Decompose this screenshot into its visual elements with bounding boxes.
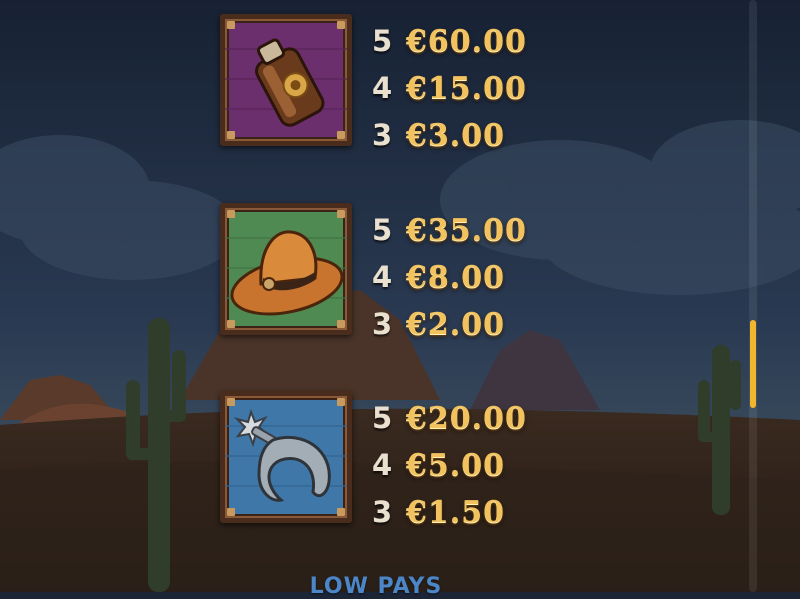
payout-amount: €2.00: [406, 307, 505, 342]
payout-amount: €5.00: [406, 448, 505, 483]
symbol-count: 3: [372, 118, 393, 152]
pay-line: 3 €1.50: [372, 489, 527, 536]
pay-line: 4 €5.00: [372, 442, 527, 489]
low-pays-heading: LOW PAYS: [309, 574, 443, 599]
spur-symbol-tile: [220, 391, 352, 523]
pay-line: 5 €60.00: [372, 18, 527, 65]
symbol-count: 4: [372, 71, 393, 105]
symbol-count: 4: [372, 260, 393, 294]
scrollbar-thumb[interactable]: [750, 320, 756, 408]
cowboy-hat-icon: [225, 230, 347, 316]
payout-amount: €15.00: [406, 71, 527, 106]
pay-line: 3 €3.00: [372, 112, 527, 159]
paytable-row-cowboy-hat: 5 €35.00 4 €8.00 3 €2.00: [220, 203, 720, 342]
paytable-row-spur: 5 €20.00 4 €5.00 3 €1.50: [220, 391, 720, 530]
payout-amount: €35.00: [406, 213, 527, 248]
symbol-count: 3: [372, 495, 393, 529]
spur-icon: [225, 408, 347, 502]
spur-pay-list: 5 €20.00 4 €5.00 3 €1.50: [372, 395, 527, 536]
pay-line: 4 €8.00: [372, 254, 527, 301]
flask-symbol-tile: [220, 14, 352, 146]
symbol-count: 3: [372, 307, 393, 341]
symbol-count: 5: [372, 24, 393, 58]
symbol-count: 5: [372, 401, 393, 435]
pay-line: 4 €15.00: [372, 65, 527, 112]
cowboy-hat-pay-list: 5 €35.00 4 €8.00 3 €2.00: [372, 207, 527, 348]
pay-line: 3 €2.00: [372, 301, 527, 348]
payout-amount: €20.00: [406, 401, 527, 436]
paytable-row-flask: 5 €60.00 4 €15.00 3 €3.00: [220, 14, 720, 153]
flask-icon: [225, 38, 347, 127]
symbol-count: 5: [372, 213, 393, 247]
payout-amount: €1.50: [406, 495, 505, 530]
flask-pay-list: 5 €60.00 4 €15.00 3 €3.00: [372, 18, 527, 159]
payout-amount: €3.00: [406, 118, 505, 153]
scrollbar-track[interactable]: [749, 0, 757, 592]
payout-amount: €8.00: [406, 260, 505, 295]
payout-amount: €60.00: [406, 24, 527, 59]
cowboy-hat-symbol-tile: [220, 203, 352, 335]
symbol-count: 4: [372, 448, 393, 482]
pay-line: 5 €20.00: [372, 395, 527, 442]
pay-line: 5 €35.00: [372, 207, 527, 254]
